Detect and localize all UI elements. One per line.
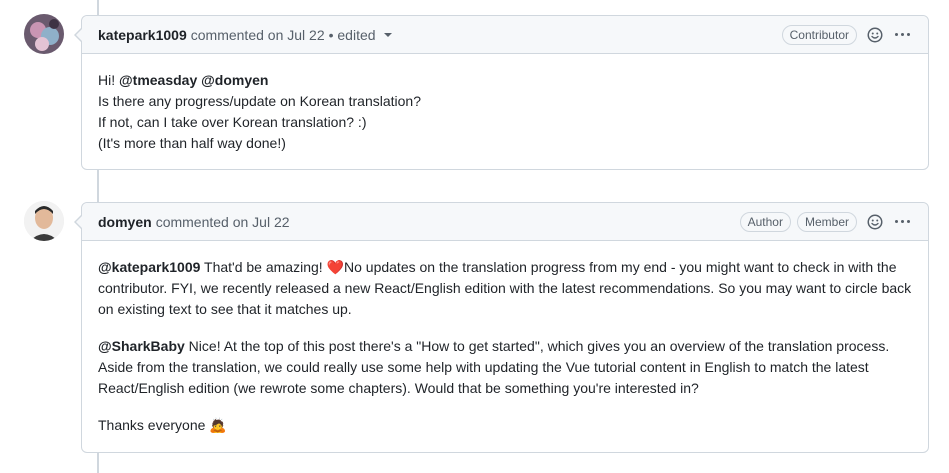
kebab-horizontal-icon[interactable] xyxy=(893,29,912,40)
body-line-1: Hi! @tmeasday @domyen xyxy=(98,70,912,91)
body-line-4: (It's more than half way done!) xyxy=(98,135,286,151)
contributor-badge: Contributor xyxy=(781,24,857,45)
comment-domyen: domyen commented on Jul 22 Author Member… xyxy=(74,202,929,453)
bowing-emoji: 🙇 xyxy=(209,417,227,433)
edited-label[interactable]: • edited xyxy=(329,27,376,43)
author-badge: Author xyxy=(739,211,791,232)
smiley-icon[interactable] xyxy=(867,214,883,230)
mention-sharkbaby[interactable]: @SharkBaby xyxy=(98,338,185,354)
comment-timestamp[interactable]: commented on Jul 22 xyxy=(191,27,325,43)
body-paragraph-2: @SharkBaby Nice! At the top of this post… xyxy=(98,336,912,399)
triangle-down-icon[interactable] xyxy=(383,32,392,37)
paragraph-text: That'd be amazing! xyxy=(200,259,327,275)
comment-timestamp[interactable]: commented on Jul 22 xyxy=(156,214,290,230)
comment-katepark1009: katepark1009 commented on Jul 22 • edite… xyxy=(74,15,929,170)
comment-body: @katepark1009 That'd be amazing! ❤️No up… xyxy=(82,241,928,452)
avatar-domyen[interactable] xyxy=(24,201,64,241)
body-paragraph-1: @katepark1009 That'd be amazing! ❤️No up… xyxy=(98,257,912,320)
body-paragraph-3: Thanks everyone 🙇 xyxy=(98,415,912,436)
comment-header: katepark1009 commented on Jul 22 • edite… xyxy=(82,16,928,54)
comment-header: domyen commented on Jul 22 Author Member xyxy=(82,203,928,241)
comment-body: Hi! @tmeasday @domyen Is there any progr… xyxy=(82,54,928,170)
comment-author[interactable]: katepark1009 xyxy=(98,27,187,43)
body-line-3: If not, can I take over Korean translati… xyxy=(98,114,367,130)
smiley-icon[interactable] xyxy=(867,27,883,43)
paragraph-text: Nice! At the top of this post there's a … xyxy=(98,338,890,396)
paragraph-text: Thanks everyone xyxy=(98,417,210,433)
mention-tmeasday[interactable]: @tmeasday xyxy=(119,72,197,88)
mention-domyen[interactable]: @domyen xyxy=(201,72,268,88)
body-line-2: Is there any progress/update on Korean t… xyxy=(98,93,421,109)
mention-katepark1009[interactable]: @katepark1009 xyxy=(98,259,200,275)
member-badge: Member xyxy=(796,211,857,232)
heart-emoji: ❤️ xyxy=(326,259,344,275)
greeting-text: Hi! xyxy=(98,72,119,88)
avatar-katepark1009[interactable] xyxy=(24,14,64,54)
kebab-horizontal-icon[interactable] xyxy=(893,216,912,227)
comment-author[interactable]: domyen xyxy=(98,214,152,230)
